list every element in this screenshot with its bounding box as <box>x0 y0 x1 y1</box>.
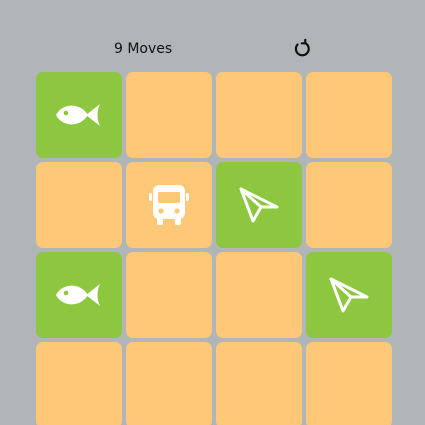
tile-r3c4[interactable] <box>306 252 392 338</box>
tile-r3c2[interactable] <box>126 252 212 338</box>
tile-r1c1[interactable] <box>36 72 122 158</box>
tile-r1c3[interactable] <box>216 72 302 158</box>
tile-r4c2[interactable] <box>126 342 212 425</box>
restart-icon[interactable] <box>291 38 313 60</box>
paper-plane-icon <box>237 183 281 227</box>
fish-icon <box>54 279 104 311</box>
memory-game-screen: 9 Moves <box>0 0 425 425</box>
fish-icon <box>54 99 104 131</box>
game-board <box>36 72 394 425</box>
tile-r2c4[interactable] <box>306 162 392 248</box>
tile-r4c1[interactable] <box>36 342 122 425</box>
tile-r3c1[interactable] <box>36 252 122 338</box>
tile-r4c3[interactable] <box>216 342 302 425</box>
tile-r2c1[interactable] <box>36 162 122 248</box>
moves-counter: 9 Moves <box>114 41 173 57</box>
tile-r1c4[interactable] <box>306 72 392 158</box>
tile-r3c3[interactable] <box>216 252 302 338</box>
tile-r4c4[interactable] <box>306 342 392 425</box>
bus-icon <box>149 183 189 227</box>
paper-plane-icon <box>327 273 371 317</box>
tile-r2c3[interactable] <box>216 162 302 248</box>
tile-r2c2[interactable] <box>126 162 212 248</box>
tile-r1c2[interactable] <box>126 72 212 158</box>
